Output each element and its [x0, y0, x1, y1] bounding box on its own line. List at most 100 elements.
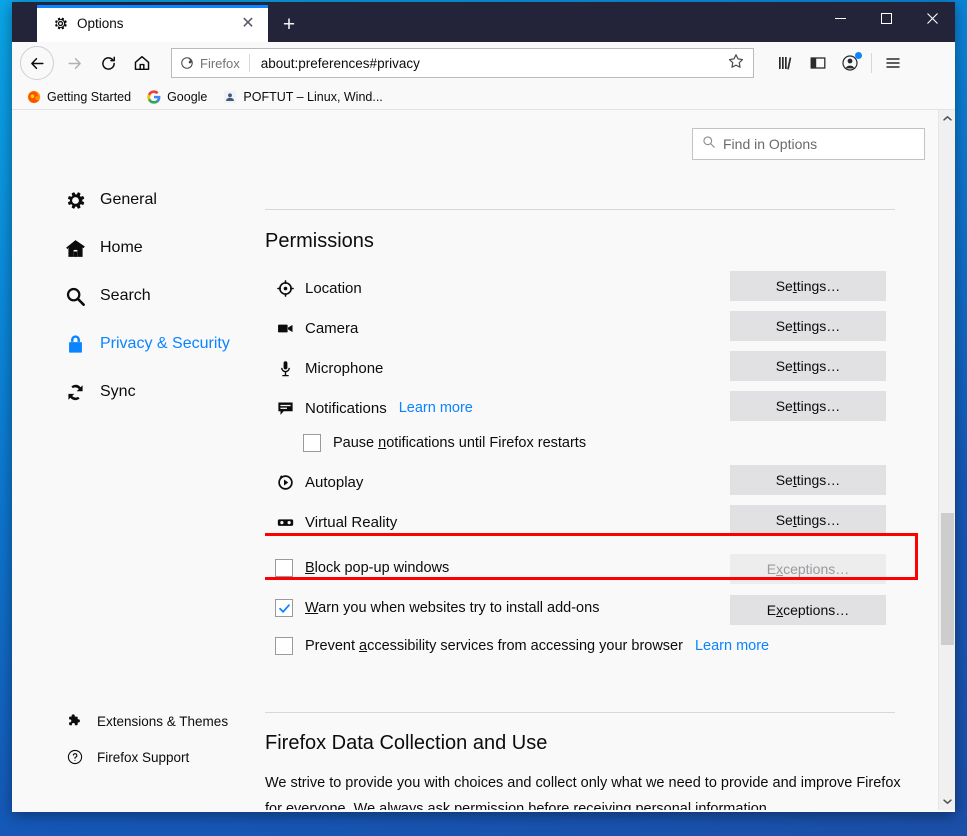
library-icon[interactable]: [770, 47, 802, 79]
bookmark-item-google[interactable]: Google: [146, 89, 207, 105]
sidebar-item-general[interactable]: General: [12, 185, 265, 215]
permission-label: Autoplay: [305, 473, 364, 491]
sidebar-item-home[interactable]: Home: [12, 233, 265, 263]
virtual-reality-settings-button[interactable]: Settings…: [730, 505, 886, 535]
microphone-settings-button[interactable]: Settings…: [730, 351, 886, 381]
sidebar-item-sync[interactable]: Sync: [12, 377, 265, 407]
scroll-up-arrow[interactable]: [939, 110, 955, 127]
permission-label: Microphone: [305, 359, 384, 377]
firefox-identity-icon: [181, 57, 193, 69]
permission-label: Camera: [305, 319, 359, 337]
sidebar-item-extensions-themes[interactable]: Extensions & Themes: [12, 710, 265, 732]
preferences-main-pane: Permissions Location Settings… Camera Se…: [265, 110, 955, 810]
sidebar-item-firefox-support[interactable]: Firefox Support: [12, 746, 265, 768]
bookmark-star-icon[interactable]: [719, 53, 753, 74]
prevent-accessibility-checkbox[interactable]: [275, 637, 293, 655]
vertical-scrollbar[interactable]: [938, 110, 955, 810]
sidebar-item-label: Privacy & Security: [100, 335, 230, 352]
account-notification-dot: [855, 52, 862, 59]
notifications-learn-more-link[interactable]: Learn more: [399, 400, 473, 416]
browser-tab-options[interactable]: Options ✕: [37, 5, 268, 42]
permission-label: Notifications: [305, 399, 387, 417]
prevent-accessibility-label: Prevent accessibility services from acce…: [305, 638, 683, 654]
sidebar-item-label: Extensions & Themes: [97, 713, 229, 729]
permission-row-autoplay: Autoplay: [275, 467, 363, 497]
back-button[interactable]: [20, 46, 54, 80]
button-label: Exceptions…: [766, 602, 850, 618]
permission-label: Location: [305, 279, 362, 297]
gear-icon: [52, 16, 68, 32]
sidebar-item-label: Firefox Support: [97, 749, 190, 765]
block-popups-exceptions-button[interactable]: Exceptions…: [730, 554, 886, 584]
reload-button[interactable]: [91, 46, 125, 80]
forward-button[interactable]: [57, 46, 91, 80]
vr-icon: [275, 512, 295, 532]
sidebar-item-search[interactable]: Search: [12, 281, 265, 311]
location-settings-button[interactable]: Settings…: [730, 271, 886, 301]
browser-window: Options ✕ + Firefox about:preferences#pr…: [12, 2, 955, 812]
identity-box[interactable]: Firefox: [172, 54, 250, 72]
new-tab-button[interactable]: +: [271, 8, 307, 42]
warn-addons-row[interactable]: Warn you when websites try to install ad…: [275, 599, 599, 617]
sync-icon: [64, 381, 86, 403]
warn-addons-checkbox[interactable]: [275, 599, 293, 617]
autoplay-settings-button[interactable]: Settings…: [730, 465, 886, 495]
home-button[interactable]: [125, 46, 159, 80]
pause-notifications-label: Pause notifications until Firefox restar…: [333, 435, 587, 451]
warn-addons-label: Warn you when websites try to install ad…: [305, 600, 600, 616]
tab-title: Options: [77, 16, 124, 31]
close-window-button[interactable]: [909, 2, 955, 35]
search-icon: [64, 285, 86, 307]
url-bar[interactable]: Firefox about:preferences#privacy: [171, 48, 754, 78]
section-divider: [265, 209, 895, 210]
sidebar-item-label: Sync: [100, 383, 136, 400]
gear-icon: [64, 189, 86, 211]
autoplay-icon: [275, 472, 295, 492]
url-text[interactable]: about:preferences#privacy: [250, 56, 719, 71]
sidebar-icon[interactable]: [802, 47, 834, 79]
warn-addons-exceptions-button[interactable]: Exceptions…: [730, 595, 886, 625]
permission-row-microphone: Microphone: [275, 353, 383, 383]
account-icon[interactable]: [834, 47, 866, 79]
title-bar: Options ✕ +: [12, 2, 955, 42]
bookmark-label: POFTUT – Linux, Wind...: [243, 89, 383, 104]
navigation-toolbar: Firefox about:preferences#privacy: [12, 42, 955, 84]
site-icon: [222, 89, 238, 105]
permission-row-camera: Camera: [275, 313, 358, 343]
toolbar-separator: [871, 53, 872, 73]
help-icon: [66, 749, 83, 766]
data-collection-heading: Firefox Data Collection and Use: [265, 732, 548, 754]
notification-icon: [275, 398, 295, 418]
camera-settings-button[interactable]: Settings…: [730, 311, 886, 341]
bookmark-label: Getting Started: [47, 89, 132, 104]
accessibility-learn-more-link[interactable]: Learn more: [695, 638, 769, 654]
notifications-settings-button[interactable]: Settings…: [730, 391, 886, 421]
button-label: Settings…: [775, 398, 841, 414]
hamburger-menu-icon[interactable]: [877, 47, 909, 79]
lock-icon: [64, 333, 86, 355]
google-icon: [146, 89, 162, 105]
microphone-icon: [275, 358, 295, 378]
block-popups-row[interactable]: Block pop-up windows: [275, 559, 449, 577]
maximize-button[interactable]: [863, 2, 909, 35]
bookmark-item-poftut[interactable]: POFTUT – Linux, Wind...: [222, 89, 383, 105]
block-popups-checkbox[interactable]: [275, 559, 293, 577]
minimize-button[interactable]: [817, 2, 863, 35]
toolbar-icons: [770, 47, 909, 79]
pause-notifications-row[interactable]: Pause notifications until Firefox restar…: [303, 434, 586, 452]
pause-notifications-checkbox[interactable]: [303, 434, 321, 452]
bookmark-item-getting-started[interactable]: Getting Started: [26, 89, 131, 105]
button-label: Exceptions…: [766, 561, 850, 577]
identity-label: Firefox: [200, 55, 240, 71]
close-tab-icon[interactable]: ✕: [234, 10, 262, 38]
preferences-content: Find in Options General Home Search Priv…: [12, 110, 955, 810]
preferences-sidebar: General Home Search Privacy & Security S…: [12, 110, 265, 810]
prevent-accessibility-row[interactable]: Prevent accessibility services from acce…: [275, 637, 769, 655]
sidebar-item-label: Search: [100, 287, 151, 304]
scroll-down-arrow[interactable]: [939, 793, 955, 810]
home-icon: [64, 237, 86, 259]
bookmarks-toolbar: Getting Started Google POFTUT – Linux, W…: [12, 84, 955, 110]
button-label: Settings…: [775, 472, 841, 488]
scrollbar-thumb[interactable]: [941, 513, 954, 645]
sidebar-item-privacy-security[interactable]: Privacy & Security: [12, 329, 265, 359]
